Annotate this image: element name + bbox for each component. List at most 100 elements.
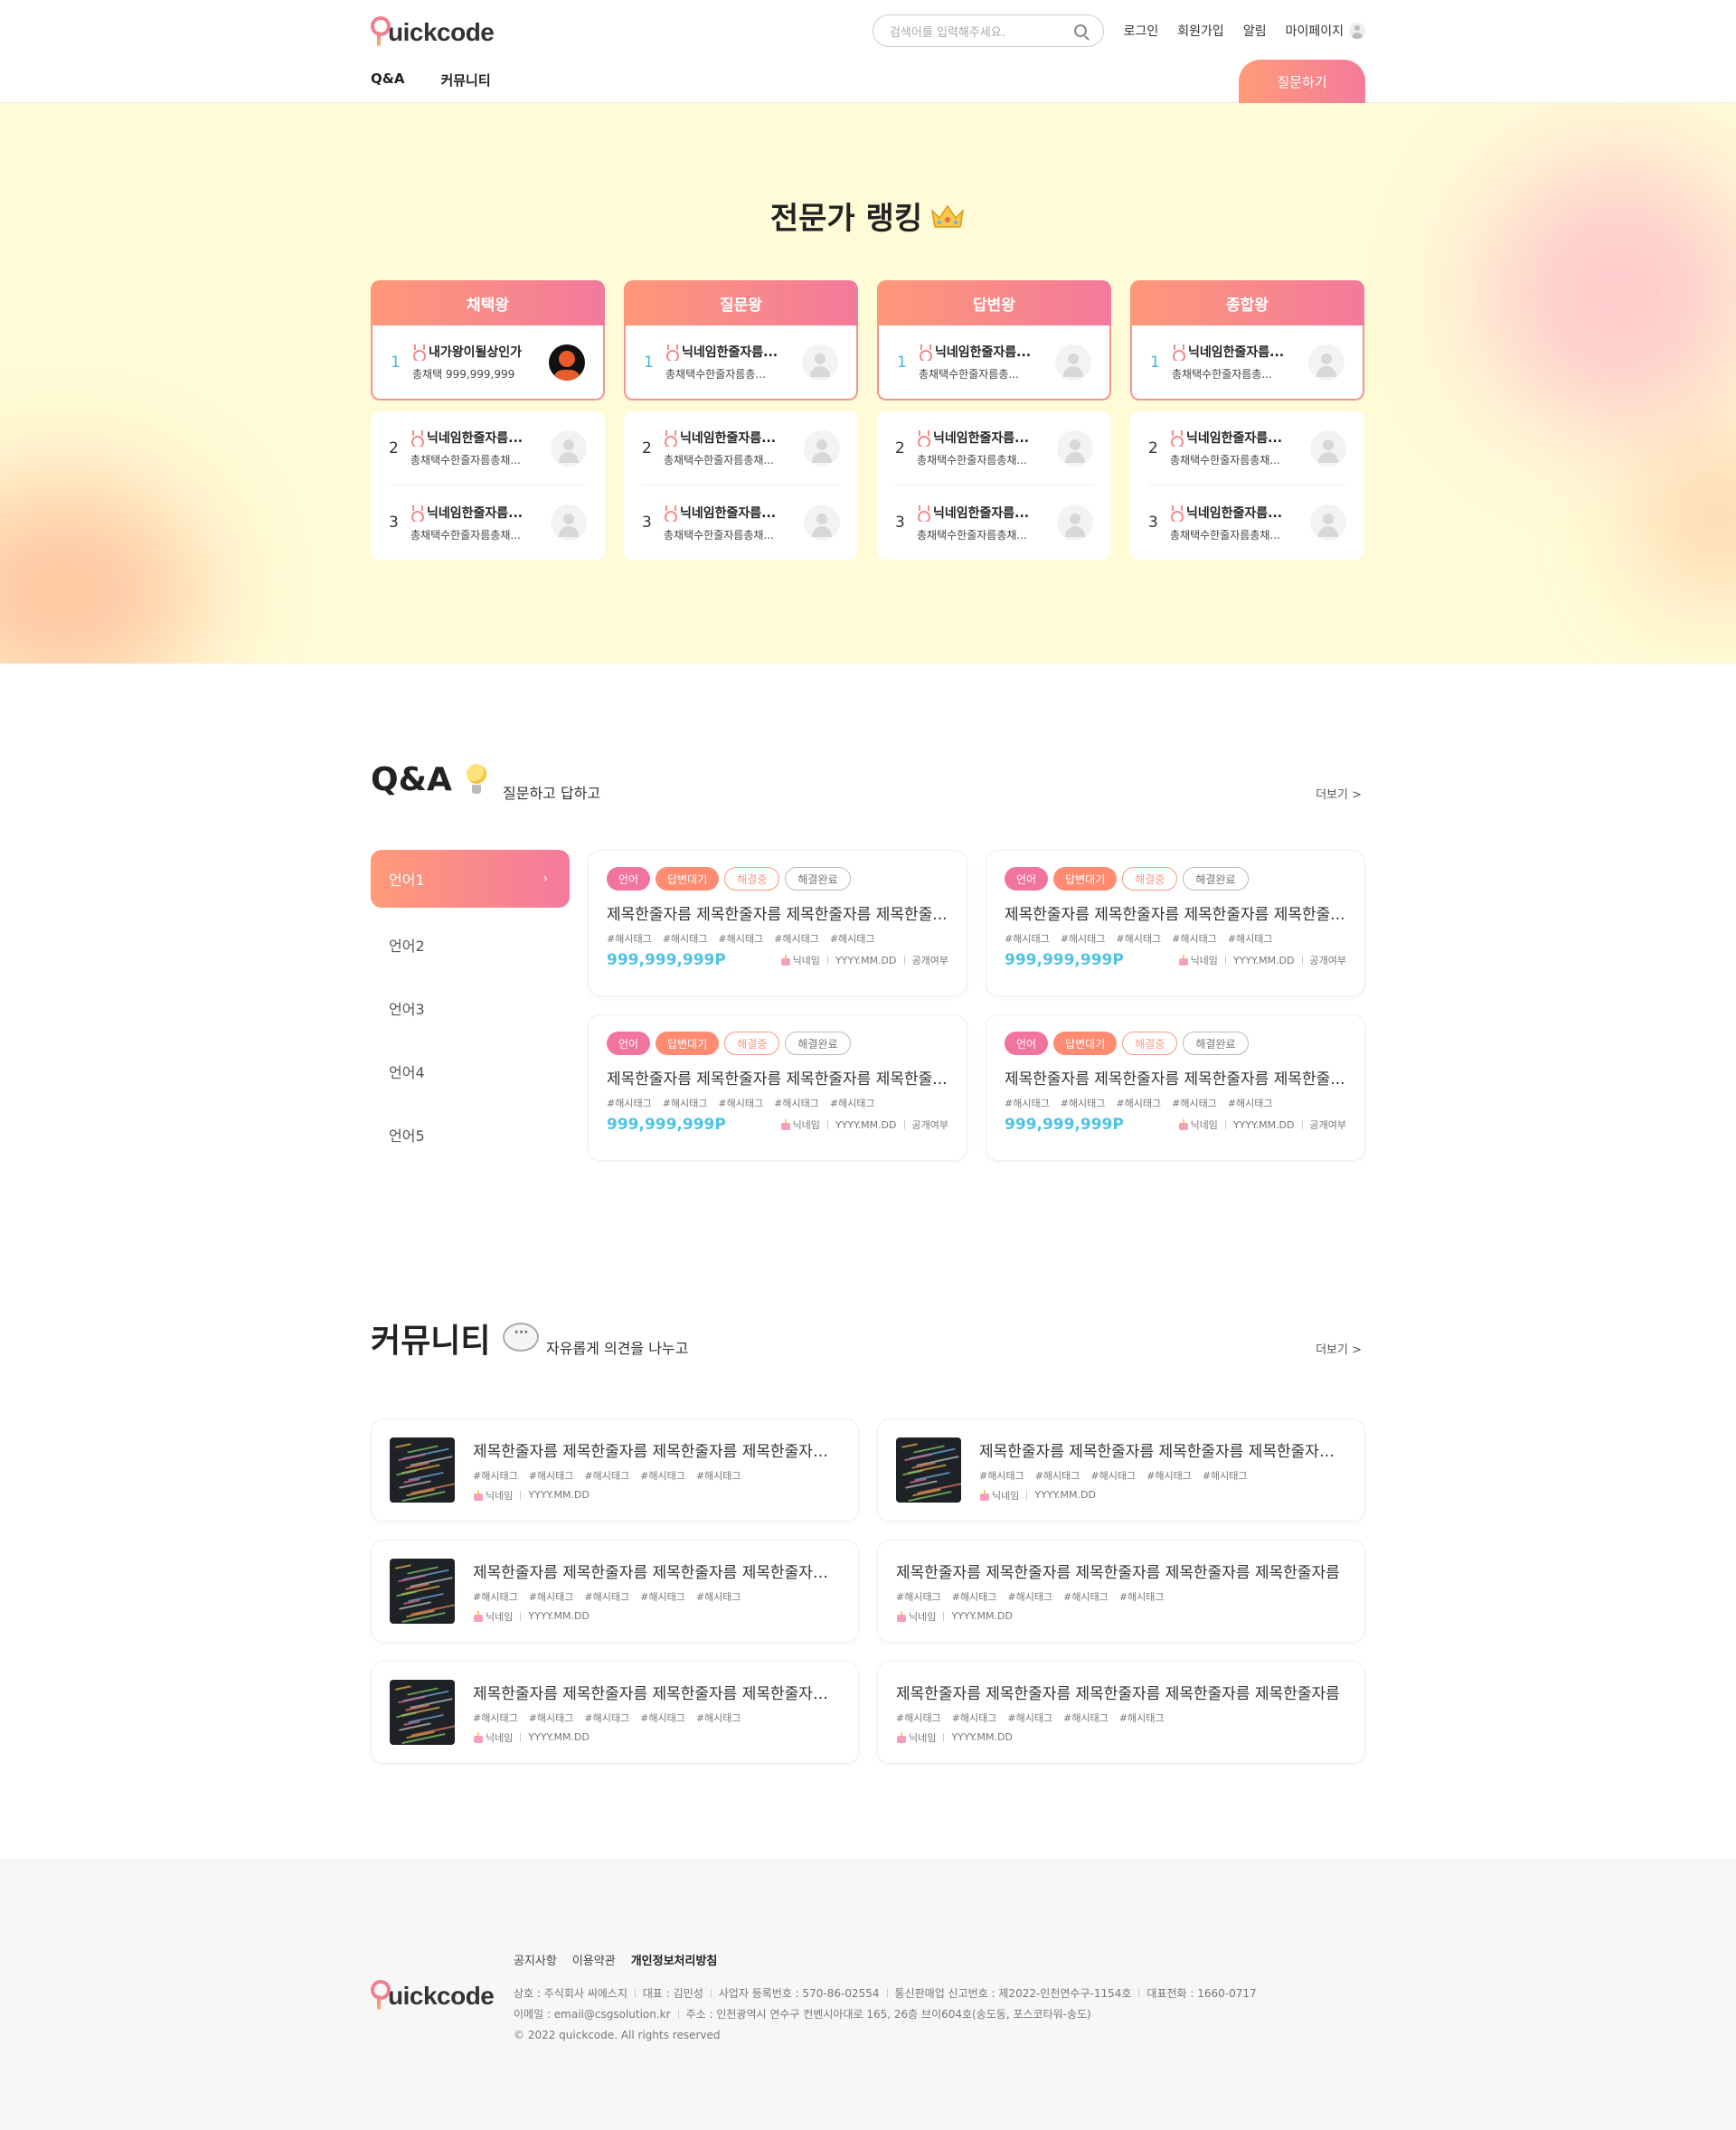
hashtag[interactable]: #해시태그 bbox=[1005, 933, 1050, 945]
hashtag[interactable]: #해시태그 bbox=[696, 1712, 741, 1724]
ranking-first-item[interactable]: 1 닉네임한줄자름... 총채택수한줄자름총... bbox=[877, 325, 1111, 401]
mypage-link[interactable]: 마이페이지 bbox=[1286, 22, 1344, 40]
hashtag[interactable]: #해시태그 bbox=[952, 1712, 997, 1724]
notification-link[interactable]: 알림 bbox=[1243, 22, 1267, 40]
community-more-link[interactable]: 더보기 > bbox=[1316, 1340, 1362, 1357]
hashtag[interactable]: #해시태그 bbox=[718, 1098, 763, 1109]
user-icon[interactable] bbox=[1349, 23, 1365, 39]
category-item[interactable]: 언어5 bbox=[371, 1103, 570, 1166]
hashtag[interactable]: #해시태그 bbox=[663, 1098, 708, 1109]
tag-waiting[interactable]: 답변대기 bbox=[1053, 867, 1118, 891]
question-title[interactable]: 제목한줄자름 제목한줄자름 제목한줄자름 제목한줄... bbox=[607, 901, 948, 924]
tag-language[interactable]: 언어 bbox=[1005, 867, 1049, 891]
tag-waiting[interactable]: 답변대기 bbox=[1053, 1032, 1118, 1055]
hashtag[interactable]: #해시태그 bbox=[529, 1591, 574, 1603]
category-item[interactable]: 언어2 bbox=[371, 913, 570, 976]
hashtag[interactable]: #해시태그 bbox=[473, 1591, 518, 1603]
post-title[interactable]: 제목한줄자름 제목한줄자름 제목한줄자름 제목한줄자름 제목한줄자름 bbox=[896, 1560, 1346, 1582]
hashtag[interactable]: #해시태그 bbox=[1005, 1098, 1050, 1109]
hashtag[interactable]: #해시태그 bbox=[774, 1098, 819, 1109]
ranking-item[interactable]: 2 닉네임한줄자름... 총채택수한줄자름총채... bbox=[642, 411, 840, 485]
hashtag[interactable]: #해시태그 bbox=[696, 1591, 741, 1603]
hashtag[interactable]: #해시태그 bbox=[473, 1712, 518, 1724]
community-card[interactable]: 제목한줄자름 제목한줄자름 제목한줄자름 제목한줄자름 제목한줄자름 #해시태그 #… bbox=[877, 1540, 1365, 1643]
hashtag[interactable]: #해시태그 bbox=[1172, 1098, 1217, 1109]
hashtag[interactable]: #해시태그 bbox=[1063, 1591, 1109, 1603]
hashtag[interactable]: #해시태그 bbox=[640, 1591, 685, 1603]
hashtag[interactable]: #해시태그 bbox=[979, 1470, 1024, 1482]
tag-language[interactable]: 언어 bbox=[607, 1032, 651, 1055]
tag-in-progress[interactable]: 해결중 bbox=[1122, 867, 1178, 891]
category-item[interactable]: 언어1 › bbox=[371, 850, 570, 908]
hashtag[interactable]: #해시태그 bbox=[696, 1470, 741, 1482]
hashtag[interactable]: #해시태그 bbox=[1061, 1098, 1106, 1109]
post-title[interactable]: 제목한줄자름 제목한줄자름 제목한줄자름 제목한줄자름... bbox=[473, 1560, 840, 1582]
category-item[interactable]: 언어4 bbox=[371, 1040, 570, 1103]
ranking-first-item[interactable]: 1 닉네임한줄자름... 총채택수한줄자름총... bbox=[1130, 325, 1364, 401]
ranking-item[interactable]: 3 닉네임한줄자름... 총채택수한줄자름총채... bbox=[642, 485, 840, 560]
hashtag[interactable]: #해시태그 bbox=[473, 1470, 518, 1482]
post-title[interactable]: 제목한줄자름 제목한줄자름 제목한줄자름 제목한줄자름... bbox=[473, 1438, 840, 1461]
question-card[interactable]: 언어 답변대기 해결중 해결완료제목한줄자름 제목한줄자름 제목한줄자름 제목한줄..… bbox=[986, 850, 1365, 996]
qna-more-link[interactable]: 더보기 > bbox=[1316, 785, 1362, 802]
hashtag[interactable]: #해시태그 bbox=[1061, 933, 1106, 945]
hashtag[interactable]: #해시태그 bbox=[663, 933, 708, 945]
ranking-item[interactable]: 3 닉네임한줄자름... 총채택수한줄자름총채... bbox=[895, 485, 1093, 560]
hashtag[interactable]: #해시태그 bbox=[718, 933, 763, 945]
hashtag[interactable]: #해시태그 bbox=[1146, 1470, 1192, 1482]
nav-qna[interactable]: Q&A bbox=[371, 71, 404, 90]
question-card[interactable]: 언어 답변대기 해결중 해결완료제목한줄자름 제목한줄자름 제목한줄자름 제목한줄..… bbox=[588, 1014, 967, 1161]
tag-resolved[interactable]: 해결완료 bbox=[1183, 867, 1249, 891]
community-card[interactable]: 제목한줄자름 제목한줄자름 제목한줄자름 제목한줄자름 제목한줄자름 #해시태그 #… bbox=[877, 1661, 1365, 1764]
hashtag[interactable]: #해시태그 bbox=[640, 1712, 685, 1724]
hashtag[interactable]: #해시태그 bbox=[1090, 1470, 1136, 1482]
login-link[interactable]: 로그인 bbox=[1124, 22, 1159, 40]
nav-community[interactable]: 커뮤니티 bbox=[440, 71, 490, 90]
hashtag[interactable]: #해시태그 bbox=[584, 1591, 629, 1603]
hashtag[interactable]: #해시태그 bbox=[1007, 1591, 1052, 1603]
ranking-first-item[interactable]: 1 닉네임한줄자름... 총채택수한줄자름총... bbox=[624, 325, 858, 401]
hashtag[interactable]: #해시태그 bbox=[529, 1712, 574, 1724]
terms-link[interactable]: 이용약관 bbox=[572, 1951, 616, 1968]
search-icon[interactable] bbox=[1074, 24, 1087, 37]
hashtag[interactable]: #해시태그 bbox=[584, 1712, 629, 1724]
hashtag[interactable]: #해시태그 bbox=[1203, 1470, 1248, 1482]
ranking-item[interactable]: 3 닉네임한줄자름... 총채택수한줄자름총채... bbox=[1148, 485, 1346, 560]
hashtag[interactable]: #해시태그 bbox=[1007, 1712, 1052, 1724]
hashtag[interactable]: #해시태그 bbox=[952, 1591, 997, 1603]
post-title[interactable]: 제목한줄자름 제목한줄자름 제목한줄자름 제목한줄자름... bbox=[473, 1681, 840, 1703]
tag-resolved[interactable]: 해결완료 bbox=[785, 1032, 851, 1055]
hashtag[interactable]: #해시태그 bbox=[896, 1712, 941, 1724]
community-card[interactable]: 제목한줄자름 제목한줄자름 제목한줄자름 제목한줄자름... #해시태그 #해시태그… bbox=[371, 1418, 859, 1522]
post-title[interactable]: 제목한줄자름 제목한줄자름 제목한줄자름 제목한줄자름... bbox=[979, 1438, 1346, 1461]
hashtag[interactable]: #해시태그 bbox=[607, 1098, 652, 1109]
community-card[interactable]: 제목한줄자름 제목한줄자름 제목한줄자름 제목한줄자름... #해시태그 #해시태그… bbox=[877, 1418, 1365, 1522]
tag-in-progress[interactable]: 해결중 bbox=[1122, 1032, 1178, 1055]
signup-link[interactable]: 회원가입 bbox=[1177, 22, 1224, 40]
hashtag[interactable]: #해시태그 bbox=[1172, 933, 1217, 945]
question-title[interactable]: 제목한줄자름 제목한줄자름 제목한줄자름 제목한줄... bbox=[1005, 901, 1346, 924]
hashtag[interactable]: #해시태그 bbox=[1035, 1470, 1080, 1482]
privacy-link[interactable]: 개인정보처리방침 bbox=[631, 1951, 718, 1968]
hashtag[interactable]: #해시태그 bbox=[1116, 1098, 1161, 1109]
tag-waiting[interactable]: 답변대기 bbox=[656, 867, 720, 891]
ranking-item[interactable]: 2 닉네임한줄자름... 총채택수한줄자름총채... bbox=[895, 411, 1093, 485]
hashtag[interactable]: #해시태그 bbox=[1119, 1591, 1165, 1603]
tag-resolved[interactable]: 해결완료 bbox=[785, 867, 851, 891]
hashtag[interactable]: #해시태그 bbox=[1228, 1098, 1273, 1109]
tag-in-progress[interactable]: 해결중 bbox=[724, 867, 780, 891]
question-title[interactable]: 제목한줄자름 제목한줄자름 제목한줄자름 제목한줄... bbox=[607, 1066, 948, 1089]
logo[interactable]: uickcode bbox=[371, 16, 495, 47]
question-title[interactable]: 제목한줄자름 제목한줄자름 제목한줄자름 제목한줄... bbox=[1005, 1066, 1346, 1089]
community-card[interactable]: 제목한줄자름 제목한줄자름 제목한줄자름 제목한줄자름... #해시태그 #해시태그… bbox=[371, 1540, 859, 1643]
ranking-item[interactable]: 3 닉네임한줄자름... 총채택수한줄자름총채... bbox=[389, 485, 587, 560]
tag-waiting[interactable]: 답변대기 bbox=[656, 1032, 720, 1055]
hashtag[interactable]: #해시태그 bbox=[830, 1098, 875, 1109]
hashtag[interactable]: #해시태그 bbox=[529, 1470, 574, 1482]
ranking-item[interactable]: 2 닉네임한줄자름... 총채택수한줄자름총채... bbox=[1148, 411, 1346, 485]
tag-in-progress[interactable]: 해결중 bbox=[724, 1032, 780, 1055]
post-title[interactable]: 제목한줄자름 제목한줄자름 제목한줄자름 제목한줄자름 제목한줄자름 bbox=[896, 1681, 1346, 1703]
hashtag[interactable]: #해시태그 bbox=[896, 1591, 941, 1603]
ask-question-button[interactable]: 질문하기 bbox=[1239, 60, 1365, 103]
hashtag[interactable]: #해시태그 bbox=[1063, 1712, 1109, 1724]
